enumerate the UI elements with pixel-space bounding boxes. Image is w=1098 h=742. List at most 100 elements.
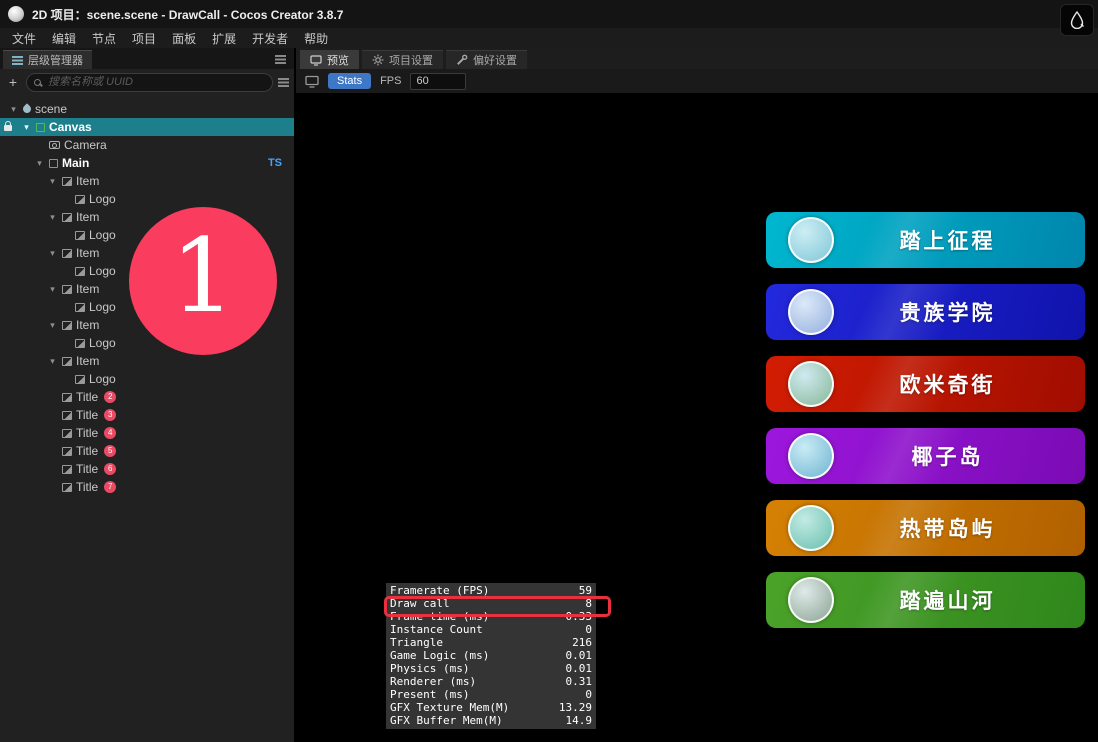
game-menu-button-2[interactable]: 贵族学院 [766,284,1085,340]
editor-tab-bar: 预览 项目设置 偏好设置 [296,48,1098,69]
collapse-arrow-icon[interactable]: ▾ [47,284,58,295]
game-menu-icon [788,361,834,407]
preview-toolbar: Stats FPS [296,69,1098,94]
stats-value: 0 [585,688,592,701]
cocos-logo-icon [8,6,24,22]
tab-project-settings-label: 项目设置 [389,52,433,68]
sprite-icon [62,465,72,474]
annotation-step-number: 1 [171,226,236,336]
tree-row-item[interactable]: ▾Item [0,172,294,190]
count-badge: 2 [104,391,116,403]
camera-icon [49,141,60,149]
game-menu-button-1[interactable]: 踏上征程 [766,212,1085,268]
preview-icon [310,54,322,66]
menu-item[interactable]: 节点 [84,29,124,48]
tab-hierarchy[interactable]: 层级管理器 [3,50,92,69]
tree-row-main[interactable]: ▾MainTS [0,154,294,172]
tree-row-logo[interactable]: Logo [0,190,294,208]
tab-project-settings[interactable]: 项目设置 [362,50,443,69]
sprite-icon [62,411,72,420]
stats-label: Physics (ms) [390,662,469,675]
game-menu-button-label: 踏遍山河 [834,585,1061,615]
count-badge: 7 [104,481,116,493]
tree-row-title[interactable]: Title4 [0,424,294,442]
tree-label: Logo [89,336,116,350]
stats-row-renderer-ms: Renderer (ms)0.31 [390,675,592,688]
add-node-button[interactable]: + [5,74,21,90]
sprite-icon [75,231,85,240]
wrench-icon [456,54,468,66]
menu-item[interactable]: 扩展 [204,29,244,48]
fps-label: FPS [380,75,401,87]
tree-row-logo[interactable]: Logo [0,370,294,388]
game-menu-button-4[interactable]: 椰子岛 [766,428,1085,484]
stats-label: Triangle [390,636,443,649]
tree-row-title[interactable]: Title5 [0,442,294,460]
stats-button[interactable]: Stats [328,73,371,89]
collapse-arrow-icon[interactable]: ▾ [47,176,58,187]
sprite-icon [62,213,72,222]
tree-row-item[interactable]: ▾Item [0,352,294,370]
stats-label: GFX Texture Mem(M) [390,701,509,714]
device-icon[interactable] [305,75,319,88]
stats-label: GFX Buffer Mem(M) [390,714,503,727]
tree-row-title[interactable]: Title2 [0,388,294,406]
menu-item[interactable]: 编辑 [44,29,84,48]
menu-item[interactable]: 面板 [164,29,204,48]
dashboard-button[interactable] [1060,4,1094,36]
hierarchy-search-row: + [0,69,294,95]
gear-icon [372,54,384,66]
tree-row-scene[interactable]: ▾ scene [0,100,294,118]
tree-label: scene [35,102,67,116]
collapse-arrow-icon[interactable]: ▾ [34,158,45,169]
count-badge: 6 [104,463,116,475]
stats-row-game-logic-ms: Game Logic (ms)0.01 [390,649,592,662]
annotation-step-circle: 1 [129,207,277,355]
node-icon [36,123,45,132]
filter-icon[interactable] [278,78,289,87]
stats-row-physics-ms: Physics (ms) 0.01 [390,662,592,675]
stats-label: Instance Count [390,623,483,636]
tree-row-title[interactable]: Title3 [0,406,294,424]
game-menu-icon [788,505,834,551]
game-menu-button-3[interactable]: 欧米奇街 [766,356,1085,412]
collapse-arrow-icon[interactable]: ▾ [21,122,32,133]
tree-row-camera[interactable]: Camera [0,136,294,154]
window-title: 2D 项目：scene.scene - DrawCall - Cocos Cre… [32,6,343,23]
menu-item[interactable]: 开发者 [244,29,296,48]
stats-value: 0.01 [566,662,593,675]
collapse-arrow-icon[interactable]: ▾ [47,356,58,367]
sprite-icon [62,483,72,492]
game-menu-button-label: 椰子岛 [834,441,1061,471]
game-menu-icon [788,217,834,263]
tree-label: Title [76,480,98,494]
tree-row-canvas[interactable]: ▾Canvas [0,118,294,136]
stats-row-triangle: Triangle216 [390,636,592,649]
collapse-arrow-icon[interactable]: ▾ [47,248,58,259]
hierarchy-panel-header: 层级管理器 [0,48,294,69]
search-box[interactable] [26,73,273,92]
menu-item[interactable]: 文件 [4,29,44,48]
fps-input[interactable] [410,73,466,90]
tree-label: Item [76,282,99,296]
menu-item[interactable]: 帮助 [296,29,336,48]
game-menu-button-6[interactable]: 踏遍山河 [766,572,1085,628]
lock-icon[interactable] [4,125,12,131]
tab-preview[interactable]: 预览 [300,50,359,69]
stats-row-gfx-texture-mem-m: GFX Texture Mem(M)13.29 [390,701,592,714]
game-menu-button-5[interactable]: 热带岛屿 [766,500,1085,556]
tree-row-title[interactable]: Title 7 [0,478,294,496]
collapse-arrow-icon[interactable]: ▾ [47,212,58,223]
collapse-arrow-icon[interactable]: ▾ [47,320,58,331]
tree-label: Logo [89,300,116,314]
panel-menu-icon[interactable] [275,55,286,64]
stats-value: 0 [585,623,592,636]
collapse-arrow-icon[interactable]: ▾ [8,104,19,115]
tree-label: Logo [89,192,116,206]
game-menu-button-label: 踏上征程 [834,225,1061,255]
menu-item[interactable]: 项目 [124,29,164,48]
tab-preferences[interactable]: 偏好设置 [446,50,527,69]
search-input[interactable] [46,75,265,89]
tree-row-title[interactable]: Title6 [0,460,294,478]
game-menu-icon [788,577,834,623]
